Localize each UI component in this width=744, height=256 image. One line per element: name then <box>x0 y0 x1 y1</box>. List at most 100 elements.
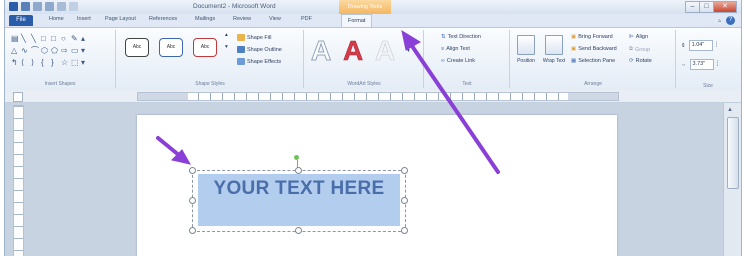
text-direction-button[interactable]: ⇅ Text Direction <box>441 34 481 40</box>
resize-handle-bottom-right[interactable] <box>401 227 408 234</box>
rectangle-icon[interactable]: □ <box>51 34 60 44</box>
shape-styles-more-icon[interactable]: ▾ <box>225 44 228 50</box>
selection-pane-button[interactable]: ▦ Selection Pane <box>571 58 615 64</box>
position-button[interactable]: Position <box>513 33 539 73</box>
hexagon-icon[interactable]: ⬡ <box>41 46 50 56</box>
shape-style-preset-black[interactable]: Abc <box>125 38 149 57</box>
close-icon[interactable]: ✕ <box>714 1 737 13</box>
tab-view[interactable]: View <box>269 16 281 22</box>
shape-fill-button[interactable]: Shape Fill <box>237 34 271 41</box>
align-button[interactable]: ⊫ Align <box>629 34 648 40</box>
more-icon[interactable]: ▾ <box>81 58 90 68</box>
print-icon[interactable] <box>57 2 66 11</box>
line-icon[interactable]: ╲ <box>21 34 30 44</box>
send-backward-button[interactable]: ▣ Send Backward <box>571 46 617 52</box>
textbox-text[interactable]: YOUR TEXT HERE <box>198 178 400 200</box>
edit-shape-icon[interactable]: ✎ <box>71 34 80 44</box>
arrow-icon[interactable]: ⇨ <box>61 46 70 56</box>
shape-width-field[interactable]: 3.73" <box>689 59 714 70</box>
rotate-button[interactable]: ⟳ Rotate <box>629 58 652 64</box>
wrap-text-button[interactable]: Wrap Text <box>541 33 567 73</box>
group-label-shape-styles: Shape Styles <box>195 81 225 87</box>
minimize-icon[interactable]: – <box>685 1 700 13</box>
pentagon-icon[interactable]: ⬠ <box>51 46 60 56</box>
height-icon: ⇕ <box>681 42 686 49</box>
undo-icon[interactable] <box>33 2 42 11</box>
tab-review[interactable]: Review <box>233 16 251 22</box>
oval-icon[interactable]: ○ <box>61 34 70 44</box>
shape-styles-scroll-icon[interactable]: ▴ <box>225 32 228 38</box>
link-icon: ∞ <box>441 58 445 64</box>
vertical-scrollbar[interactable]: ▲ <box>723 103 741 256</box>
tab-file[interactable]: File <box>9 15 33 26</box>
resize-handle-bottom[interactable] <box>295 227 302 234</box>
shapes-gallery[interactable]: ▤ ╲ ╲ □ □ ○ ✎ ▴ △ ∿ ⌒ ⬡ ⬠ ⇨ ▭ ▾ ↰ ⟨ ⟩ { <box>11 34 93 68</box>
tab-format[interactable]: Format <box>341 14 373 28</box>
shape-style-preset-red[interactable]: Abc <box>193 38 217 57</box>
customize-qat-icon[interactable] <box>69 2 78 11</box>
help-icon[interactable]: ? <box>726 16 735 25</box>
tab-selector-icon[interactable] <box>13 92 23 102</box>
tab-home[interactable]: Home <box>49 16 64 22</box>
textbox-icon[interactable]: ▤ <box>11 34 20 44</box>
resize-handle-top-left[interactable] <box>189 167 196 174</box>
resize-handle-left[interactable] <box>189 197 196 204</box>
height-spinner-icon[interactable]: ⁞ <box>716 42 718 49</box>
scroll-icon[interactable]: ▴ <box>81 34 90 44</box>
brace-icon[interactable]: } <box>51 58 60 68</box>
line-icon[interactable]: ╲ <box>31 34 40 44</box>
group-label-insert-shapes: Insert Shapes <box>44 81 76 87</box>
resize-handle-right[interactable] <box>401 197 408 204</box>
freeform-icon[interactable]: ↰ <box>11 58 20 68</box>
bracket-icon[interactable]: ⟩ <box>31 58 40 68</box>
wordart-preset-outline[interactable]: A <box>310 35 331 66</box>
position-icon <box>517 35 535 55</box>
triangle-icon[interactable]: △ <box>11 46 20 56</box>
shape-outline-button[interactable]: Shape Outline <box>237 46 282 53</box>
align-icon: ⊫ <box>629 34 634 40</box>
brace-icon[interactable]: { <box>41 58 50 68</box>
redo-icon[interactable] <box>45 2 54 11</box>
resize-handle-top[interactable] <box>295 167 302 174</box>
vertical-ruler[interactable] <box>13 105 24 256</box>
ribbon: ▤ ╲ ╲ □ □ ○ ✎ ▴ △ ∿ ⌒ ⬡ ⬠ ⇨ ▭ ▾ ↰ ⟨ ⟩ { <box>5 27 741 91</box>
title-bar: Document2 - Microsoft Word Drawing Tools… <box>5 0 741 14</box>
more-shapes-icon[interactable]: ⬚ <box>71 58 80 68</box>
align-text-button[interactable]: ≡ Align Text <box>441 46 470 52</box>
wordart-preset-red[interactable]: A <box>343 35 364 66</box>
wordart-more-icon[interactable]: ▾ <box>407 48 410 54</box>
tab-pdf[interactable]: PDF <box>301 16 312 22</box>
star-icon[interactable]: ☆ <box>61 58 70 68</box>
maximize-icon[interactable]: □ <box>700 1 714 13</box>
word-logo-icon[interactable] <box>9 2 18 11</box>
tab-insert[interactable]: Insert <box>77 16 91 22</box>
scroll-thumb[interactable] <box>727 117 739 189</box>
tab-page-layout[interactable]: Page Layout <box>105 16 136 22</box>
bring-forward-button[interactable]: ▣ Bring Forward <box>571 34 613 40</box>
minimize-ribbon-icon[interactable]: ▵ <box>718 17 721 24</box>
scroll-icon[interactable]: ▾ <box>81 46 90 56</box>
curve-icon[interactable]: ⌒ <box>31 46 40 56</box>
ribbon-tabs: File Home Insert Page Layout References … <box>5 14 741 28</box>
scroll-up-icon[interactable]: ▲ <box>727 107 733 113</box>
group-button[interactable]: ⧉ Group <box>629 46 650 53</box>
rectangle-icon[interactable]: □ <box>41 34 50 44</box>
tab-references[interactable]: References <box>149 16 177 22</box>
resize-handle-bottom-left[interactable] <box>189 227 196 234</box>
wordart-preset-light[interactable]: A <box>375 35 396 66</box>
resize-handle-top-right[interactable] <box>401 167 408 174</box>
horizontal-ruler[interactable] <box>137 92 619 101</box>
tab-mailings[interactable]: Mailings <box>195 16 215 22</box>
rotation-handle[interactable] <box>294 155 299 160</box>
save-icon[interactable] <box>21 2 30 11</box>
curve-icon[interactable]: ∿ <box>21 46 30 56</box>
shape-style-preset-blue[interactable]: Abc <box>159 38 183 57</box>
bracket-icon[interactable]: ⟨ <box>21 58 30 68</box>
width-spinner-icon[interactable]: ⁞ <box>717 61 719 68</box>
group-wordart-styles: A A A ▴ ▾ WordArt Styles <box>305 30 424 88</box>
shape-height-field[interactable]: 1.04" <box>688 40 713 51</box>
textbox-draw-icon[interactable]: ▭ <box>71 46 80 56</box>
shape-effects-button[interactable]: Shape Effects <box>237 58 281 65</box>
create-link-button[interactable]: ∞ Create Link <box>441 58 475 64</box>
wordart-scroll-icon[interactable]: ▴ <box>407 34 410 40</box>
